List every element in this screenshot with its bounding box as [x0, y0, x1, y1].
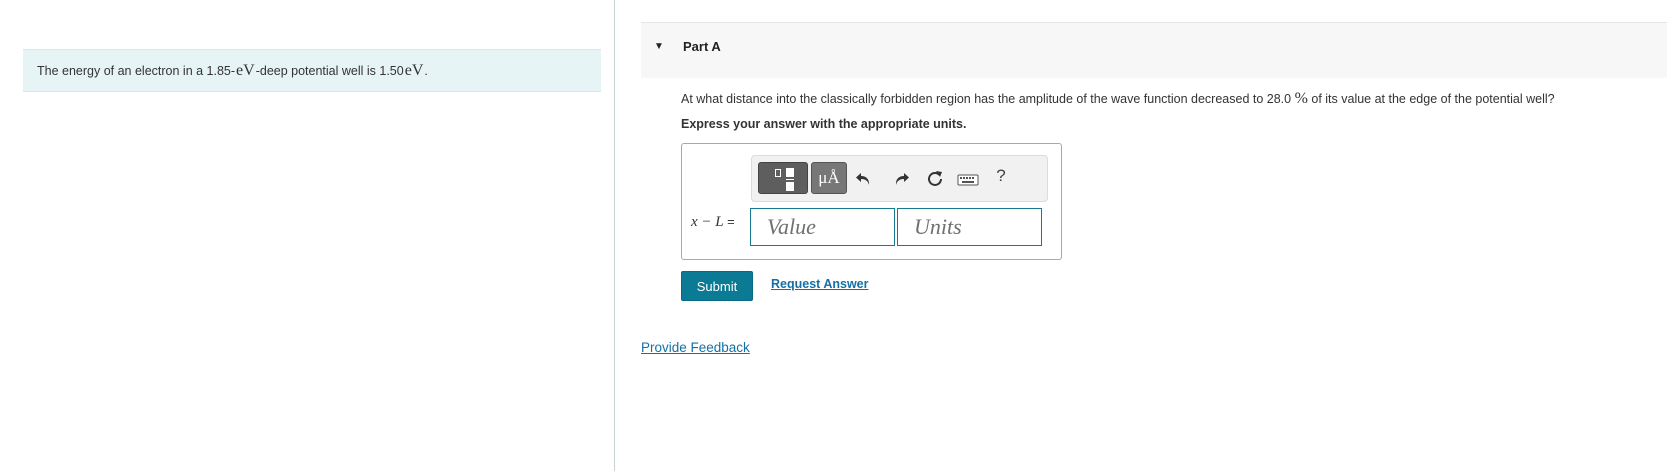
variable-expression: x − L [691, 214, 724, 230]
intro-unit-ev-2: eV [404, 61, 424, 79]
intro-text-after: . [424, 63, 428, 78]
answer-entry-box: μÅ ? x − L = [681, 143, 1062, 260]
collapse-caret-icon[interactable]: ▼ [654, 41, 664, 52]
percent-symbol: % [1294, 90, 1308, 107]
answer-instruction: Express your answer with the appropriate… [681, 117, 967, 131]
submit-button[interactable]: Submit [681, 271, 753, 301]
units-button[interactable]: μÅ [811, 162, 847, 194]
question-text: At what distance into the classically fo… [681, 90, 1555, 108]
problem-statement: The energy of an electron in a 1.85- eV -d… [23, 49, 601, 92]
undo-icon[interactable] [852, 167, 876, 191]
request-answer-link[interactable]: Request Answer [771, 277, 868, 291]
question-text-before: At what distance into the classically fo… [681, 92, 1295, 106]
templates-icon[interactable] [758, 162, 808, 194]
intro-text-before: The energy of an electron in a 1.85- [37, 63, 236, 78]
value-input[interactable] [750, 208, 895, 246]
intro-text-middle: -deep potential well is 1.50 [255, 63, 404, 78]
part-a-header[interactable]: ▼ Part A [641, 22, 1667, 78]
help-icon[interactable]: ? [989, 166, 1013, 186]
answer-variable-label: x − L = [691, 214, 735, 231]
units-input[interactable] [897, 208, 1042, 246]
provide-feedback-link[interactable]: Provide Feedback [641, 340, 750, 355]
question-text-after: of its value at the edge of the potentia… [1307, 92, 1555, 106]
equals-sign: = [727, 214, 735, 229]
question-pane: ▼ Part A At what distance into the class… [615, 0, 1667, 471]
problem-intro-pane: The energy of an electron in a 1.85- eV -d… [0, 0, 614, 471]
keyboard-icon[interactable] [955, 167, 979, 191]
part-title: Part A [683, 39, 721, 54]
intro-unit-ev: eV [236, 61, 255, 79]
math-toolbar: μÅ ? [751, 155, 1048, 202]
redo-icon[interactable] [889, 167, 913, 191]
reset-icon[interactable] [923, 167, 947, 191]
